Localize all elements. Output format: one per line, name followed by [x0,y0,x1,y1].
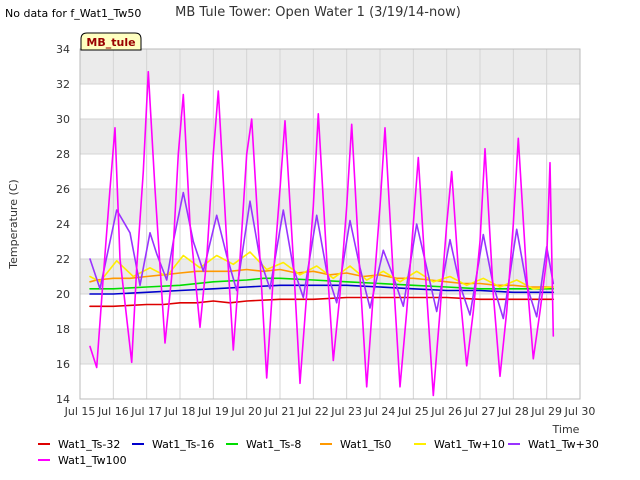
x-axis-label: Time [552,423,580,436]
plot-band [80,49,580,84]
plot-band [80,84,580,119]
plot-band [80,364,580,399]
y-tick-label: 24 [56,218,70,231]
legend-item: Wat1_Tw100 [38,454,127,467]
y-tick-label: 18 [56,323,70,336]
line-chart: Jul 15 Jul 16 Jul 17 Jul 18 Jul 19 Jul 20 Jul … [7,5,599,467]
x-tick-label: Jul 16 [97,405,129,418]
x-tick-label: Jul 20 [230,405,262,418]
x-tick-labels: Jul 15 Jul 16 Jul 17 Jul 18 Jul 19 Jul 20 Jul … [64,405,596,418]
legend-label: Wat1_Tw+30 [528,438,599,451]
y-tick-label: 28 [56,148,70,161]
y-tick-label: 26 [56,183,70,196]
x-tick-label: Jul 17 [130,405,162,418]
x-tick-label: Jul 25 [397,405,429,418]
y-axis-label: Temperature (C) [7,179,20,269]
y-tick-label: 20 [56,288,70,301]
x-tick-label: Jul 23 [330,405,362,418]
y-tick-label: 32 [56,78,70,91]
y-tick-labels: 14 16 18 20 22 24 26 28 30 32 34 [56,43,70,406]
plot-band [80,119,580,154]
legend-label: Wat1_Tw100 [58,454,127,467]
x-tick-label: Jul 28 [497,405,529,418]
legend-item: Wat1_Ts-8 [226,438,301,451]
legend: Wat1_Ts-32 Wat1_Ts-16 Wat1_Ts-8 Wat1_Ts0 Wat… [38,438,599,467]
x-tick-label: Jul 22 [297,405,329,418]
x-tick-label: Jul 18 [164,405,196,418]
x-tick-label: Jul 27 [464,405,496,418]
legend-item: Wat1_Ts-16 [132,438,214,451]
legend-label: Wat1_Ts0 [340,438,391,451]
plot-band [80,224,580,259]
y-tick-label: 16 [56,358,70,371]
legend-item: Wat1_Ts-32 [38,438,120,451]
legend-label: Wat1_Tw+10 [434,438,505,451]
x-tick-label: Jul 26 [430,405,462,418]
station-tag-label: MB_tule [86,36,135,49]
legend-label: Wat1_Ts-32 [58,438,120,451]
x-tick-label: Jul 15 [64,405,96,418]
legend-item: Wat1_Ts0 [320,438,391,451]
x-tick-label: Jul 29 [530,405,562,418]
y-tick-label: 14 [56,393,70,406]
station-tag: MB_tule [80,32,142,51]
x-tick-label: Jul 30 [564,405,596,418]
legend-label: Wat1_Ts-8 [246,438,301,451]
legend-label: Wat1_Ts-16 [152,438,214,451]
chart-title: MB Tule Tower: Open Water 1 (3/19/14-now… [175,5,461,20]
legend-item: Wat1_Tw+10 [414,438,505,451]
y-tick-label: 30 [56,113,70,126]
y-tick-label: 22 [56,253,70,266]
x-tick-label: Jul 21 [264,405,296,418]
y-tick-label: 34 [56,43,70,56]
legend-item: Wat1_Tw+30 [508,438,599,451]
x-tick-label: Jul 19 [197,405,229,418]
x-tick-label: Jul 24 [364,405,396,418]
